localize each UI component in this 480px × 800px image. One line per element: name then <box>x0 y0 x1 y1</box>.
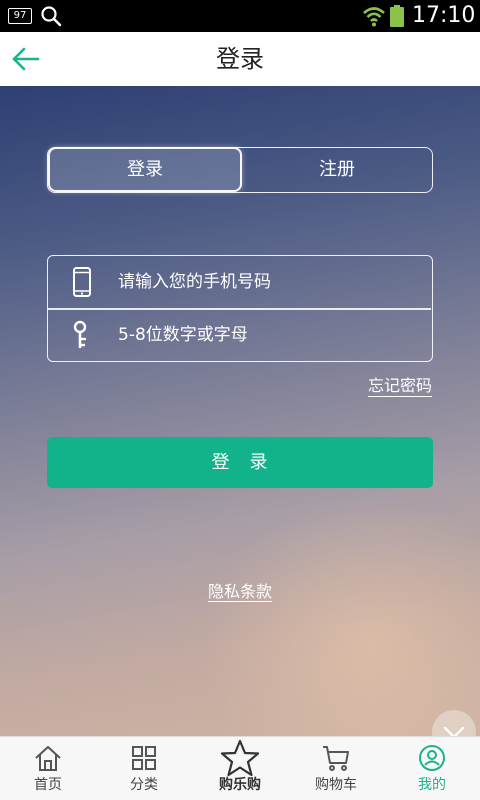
nav-home[interactable]: 首页 <box>0 737 96 800</box>
cart-icon <box>323 746 349 771</box>
phone-icon <box>73 267 91 297</box>
nav-mine-label: 我的 <box>418 777 446 793</box>
nav-cart[interactable]: 购物车 <box>288 737 384 800</box>
login-panel: 登录 注册 请输入您的手机号码 5-8位数字或字母 忘记密码 登 录 隐私条款 <box>0 86 480 736</box>
nav-mine[interactable]: 我的 <box>384 737 480 800</box>
background-glow <box>200 496 480 736</box>
search-icon <box>41 6 62 27</box>
password-field[interactable]: 5-8位数字或字母 <box>48 309 431 361</box>
nav-category[interactable]: 分类 <box>96 737 192 800</box>
privacy-row: 隐私条款 <box>0 582 480 602</box>
bottom-nav: 首页 分类 购乐购 购物车 我的 <box>0 736 480 800</box>
chevron-down-icon <box>443 726 465 736</box>
key-icon <box>73 320 87 348</box>
tab-login[interactable]: 登录 <box>48 147 242 192</box>
auth-tab-switch: 登录 注册 <box>47 147 433 193</box>
clock: 17:10 <box>412 3 476 28</box>
nav-goulegou-label: 购乐购 <box>219 777 261 793</box>
page-title: 登录 <box>216 45 264 73</box>
login-button[interactable]: 登 录 <box>47 437 433 488</box>
notification-badge: 97 <box>8 8 32 24</box>
phone-input-placeholder: 请输入您的手机号码 <box>118 272 271 292</box>
login-form: 请输入您的手机号码 5-8位数字或字母 <box>47 255 433 362</box>
phone-field[interactable]: 请输入您的手机号码 <box>48 256 431 308</box>
home-icon <box>35 746 61 771</box>
password-input-placeholder: 5-8位数字或字母 <box>118 325 248 345</box>
wifi-icon <box>363 7 385 27</box>
privacy-link[interactable]: 隐私条款 <box>207 582 272 602</box>
forgot-password-link[interactable]: 忘记密码 <box>367 376 432 397</box>
tab-register[interactable]: 注册 <box>242 148 432 191</box>
scroll-down-button[interactable] <box>432 710 476 736</box>
nav-home-label: 首页 <box>34 777 62 793</box>
title-bar: 登录 <box>0 32 480 86</box>
grid-icon <box>132 746 156 770</box>
battery-icon <box>390 5 404 27</box>
nav-cart-label: 购物车 <box>315 777 357 793</box>
star-icon <box>220 739 260 777</box>
status-bar: 97 17:10 <box>0 0 480 32</box>
user-icon <box>419 745 445 771</box>
nav-category-label: 分类 <box>130 777 158 793</box>
nav-goulegou[interactable]: 购乐购 <box>192 737 288 800</box>
